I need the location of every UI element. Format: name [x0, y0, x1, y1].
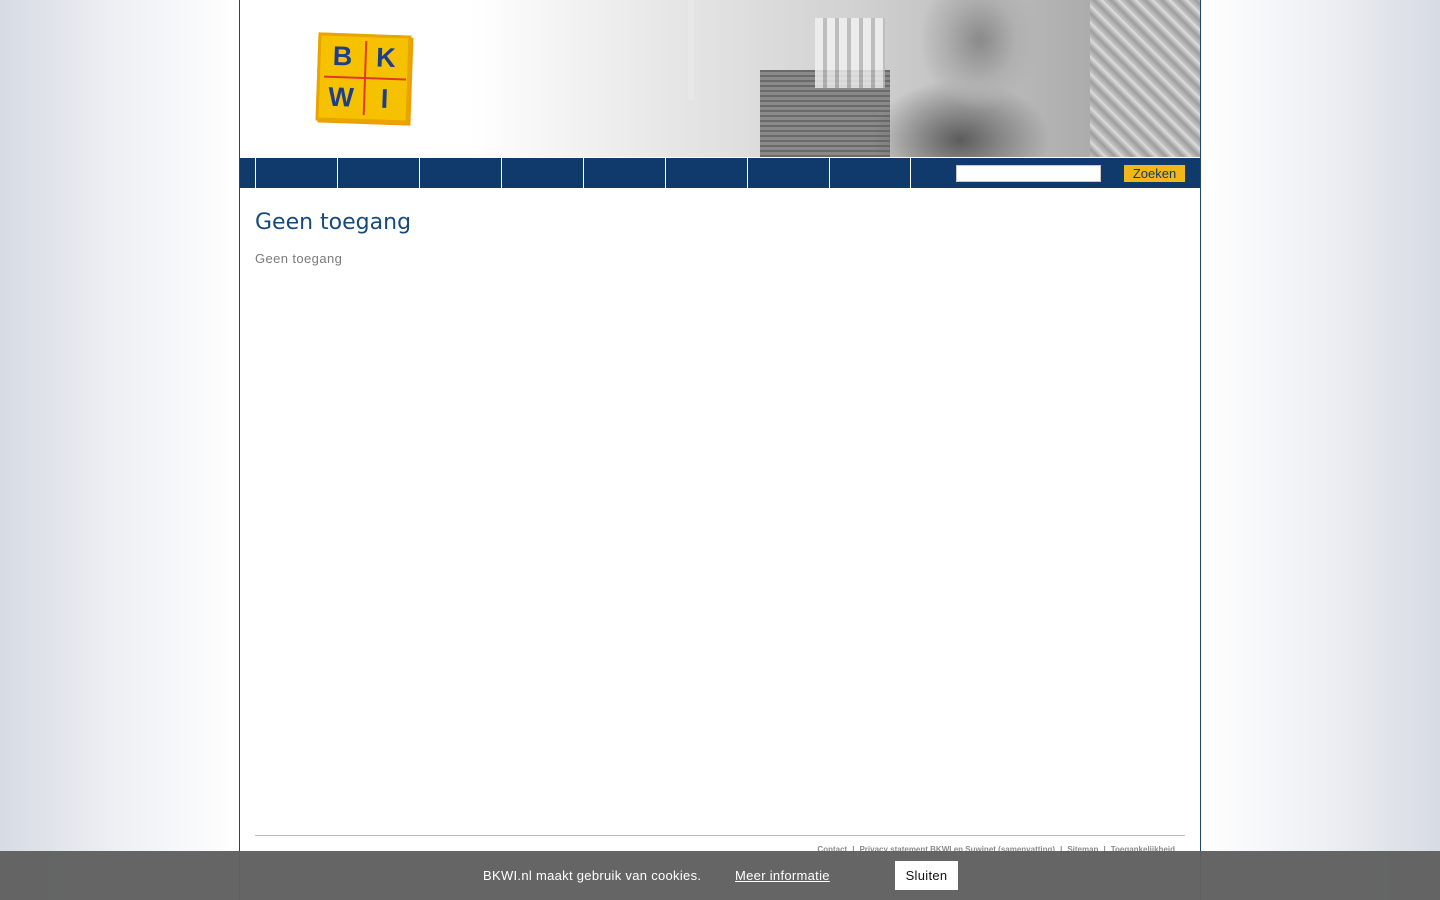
nav-item-4[interactable] [501, 158, 582, 188]
page-title: Geen toegang [255, 210, 412, 235]
cookie-more-info-link[interactable]: Meer informatie [735, 868, 830, 883]
nav-item-3[interactable] [419, 158, 500, 188]
search-button[interactable]: Zoeken [1124, 165, 1185, 182]
main-content: Geen toegang Geen toegang [255, 210, 1185, 266]
bkwi-logo[interactable]: B K W I [315, 32, 412, 124]
nav-item-6[interactable] [665, 158, 746, 188]
nav-item-1[interactable] [255, 158, 336, 188]
page-container: B K W I Zoeken Geen toegang Geen toegang… [239, 0, 1201, 900]
logo-letter-b: B [332, 40, 353, 72]
main-navigation: Zoeken [240, 157, 1200, 188]
nav-item-2[interactable] [337, 158, 418, 188]
logo-letter-w: W [327, 81, 355, 113]
logo-letter-i: I [380, 83, 389, 114]
logo-letters: B K W I [319, 36, 409, 121]
nav-divider [910, 158, 911, 188]
footer-divider [255, 835, 1185, 836]
header-banner: B K W I [240, 0, 1200, 157]
cookie-bar: BKWI.nl maakt gebruik van cookies. Meer … [0, 851, 1440, 900]
logo-letter-k: K [375, 42, 397, 74]
search-input[interactable] [956, 165, 1101, 182]
nav-item-7[interactable] [747, 158, 828, 188]
header-photo-window [688, 0, 694, 100]
header-photo-building [815, 18, 885, 88]
page-body-text: Geen toegang [255, 251, 343, 266]
nav-item-8[interactable] [829, 158, 910, 188]
cookie-close-button[interactable]: Sluiten [895, 861, 958, 890]
cookie-message: BKWI.nl maakt gebruik van cookies. [483, 868, 702, 883]
nav-item-5[interactable] [583, 158, 664, 188]
